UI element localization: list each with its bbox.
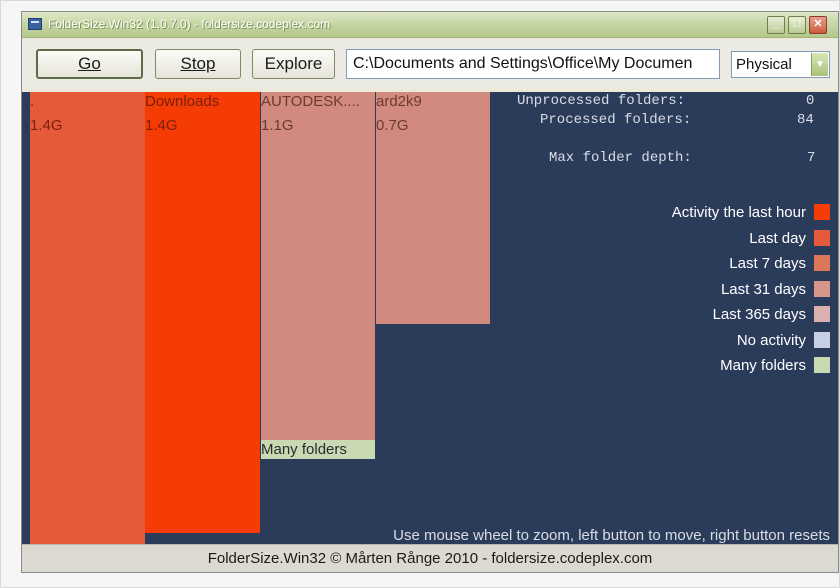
legend-item: Last 365 days <box>713 303 830 325</box>
block-size: 1.4G <box>145 117 178 134</box>
title-bar[interactable]: FolderSize.Win32 (1.0.7.0) - foldersize.… <box>22 12 838 38</box>
legend-item: No activity <box>737 329 830 351</box>
mode-select[interactable]: Physical ▼ <box>731 51 830 78</box>
treemap-block[interactable]: . 1.4G <box>30 92 145 544</box>
block-size: 1.4G <box>30 117 63 134</box>
stop-button-label: Stop <box>180 54 216 73</box>
usage-hint: Use mouse wheel to zoom, left button to … <box>393 527 830 544</box>
legend-label: No activity <box>736 331 806 349</box>
stats-depth-value: 7 <box>807 150 816 166</box>
block-name: ard2k9 <box>376 93 422 110</box>
legend-label: Last day <box>749 229 806 247</box>
block-name: . <box>30 93 35 110</box>
app-window: FolderSize.Win32 (1.0.7.0) - foldersize.… <box>21 11 839 573</box>
legend-label: Activity the last hour <box>671 203 806 221</box>
legend-swatch <box>814 332 830 348</box>
block-size: 0.7G <box>376 117 409 134</box>
go-button[interactable]: Go <box>36 49 143 79</box>
path-input[interactable]: C:\Documents and Settings\Office\My Docu… <box>346 49 720 79</box>
legend-swatch <box>814 306 830 322</box>
treemap-block[interactable]: AUTODESK.... 1.1G <box>261 92 375 440</box>
legend-item: Activity the last hour <box>672 201 830 223</box>
maximize-button[interactable]: □ <box>788 16 806 34</box>
screenshot-frame: FolderSize.Win32 (1.0.7.0) - foldersize.… <box>0 0 840 588</box>
window-title: FolderSize.Win32 (1.0.7.0) - foldersize.… <box>48 17 331 31</box>
stats-unprocessed-label: Unprocessed folders: <box>517 93 686 109</box>
legend-swatch <box>814 357 830 373</box>
treemap-block[interactable]: Many folders <box>261 440 375 459</box>
stats-processed-label: Processed folders: <box>540 112 692 128</box>
close-button[interactable]: ✕ <box>809 16 827 34</box>
stats-depth-label: Max folder depth: <box>549 150 692 166</box>
block-name: Many folders <box>261 441 347 458</box>
legend-item: Last day <box>749 227 830 249</box>
legend-label: Last 7 days <box>729 254 806 272</box>
legend-label: Last 365 days <box>712 305 806 323</box>
toolbar: Go Stop Explore C:\Documents and Setting… <box>22 39 838 89</box>
stats-unprocessed-value: 0 <box>806 93 815 109</box>
legend-swatch <box>814 255 830 271</box>
legend-label: Many folders <box>720 356 806 374</box>
legend-item: Last 31 days <box>721 278 830 300</box>
legend-label: Last 31 days <box>720 280 806 298</box>
legend-swatch <box>814 230 830 246</box>
block-name: Downloads <box>145 93 220 110</box>
treemap-canvas[interactable]: . 1.4G Downloads 1.4G AUTODESK.... 1.1G … <box>22 92 838 544</box>
chevron-down-icon[interactable]: ▼ <box>811 53 828 76</box>
stop-button[interactable]: Stop <box>155 49 241 79</box>
treemap-block[interactable]: ard2k9 0.7G <box>376 92 490 324</box>
legend-item: Last 7 days <box>729 252 830 274</box>
block-name: AUTODESK.... <box>261 93 360 110</box>
legend-swatch <box>814 204 830 220</box>
legend-swatch <box>814 281 830 297</box>
stats-processed-value: 84 <box>797 112 814 128</box>
minimize-button[interactable]: _ <box>767 16 785 34</box>
legend-item: Many folders <box>720 354 830 376</box>
go-button-label: Go <box>78 54 101 73</box>
app-icon <box>28 18 42 30</box>
block-size: 1.1G <box>261 117 294 134</box>
treemap-block[interactable]: Downloads 1.4G <box>145 92 260 533</box>
mode-select-value: Physical <box>736 56 792 73</box>
explore-button[interactable]: Explore <box>252 49 335 79</box>
status-bar: FolderSize.Win32 © Mårten Rånge 2010 - f… <box>22 544 838 572</box>
